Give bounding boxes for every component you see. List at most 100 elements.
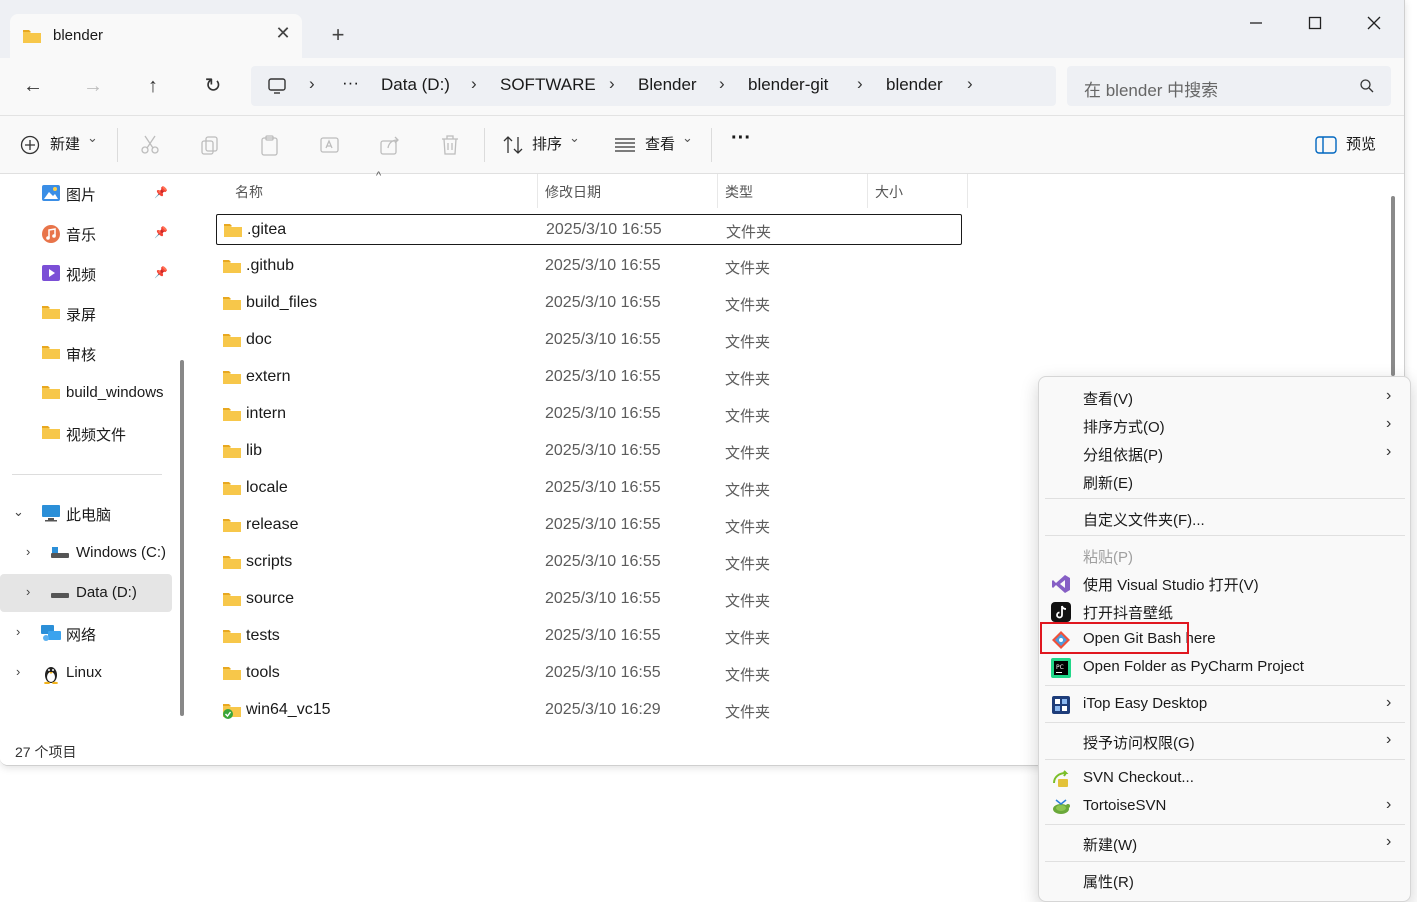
sidebar-item-drive-c[interactable]: › Windows (C:) (0, 534, 172, 572)
rename-icon[interactable] (318, 133, 342, 157)
column-divider[interactable] (967, 174, 968, 208)
breadcrumb-blender[interactable]: Blender (638, 75, 697, 95)
expand-chevron-icon[interactable]: › (16, 624, 20, 639)
sidebar-scrollbar[interactable] (180, 360, 184, 716)
folder-icon (222, 628, 242, 649)
new-tab-button[interactable]: + (324, 22, 352, 50)
file-list-scrollbar[interactable] (1391, 196, 1395, 376)
menu-item-grant-access[interactable]: 授予访问权限(G) › (1045, 727, 1405, 755)
table-row[interactable]: build_files 2025/3/10 16:55 文件夹 (216, 288, 962, 319)
menu-item-tortoisesvn[interactable]: TortoiseSVN › (1045, 792, 1405, 820)
menu-separator (1045, 498, 1405, 499)
more-options-button[interactable]: ··· (731, 127, 751, 150)
sidebar-item-videos[interactable]: 视频 📌 (0, 254, 172, 292)
column-divider[interactable] (867, 174, 868, 208)
menu-item-new[interactable]: 新建(W) › (1045, 829, 1405, 857)
breadcrumb-blender-git[interactable]: blender-git (748, 75, 828, 95)
column-header-type[interactable]: 类型 (725, 182, 753, 202)
table-row[interactable]: doc 2025/3/10 16:55 文件夹 (216, 325, 962, 356)
forward-button[interactable]: → (77, 72, 109, 102)
column-divider[interactable] (537, 174, 538, 208)
table-row[interactable]: .github 2025/3/10 16:55 文件夹 (216, 251, 962, 282)
search-box[interactable]: 在 blender 中搜索 (1067, 66, 1391, 106)
menu-item-group-by[interactable]: 分组依据(P) › (1045, 439, 1405, 467)
column-header-modified[interactable]: 修改日期 (545, 182, 601, 202)
table-row[interactable]: tools 2025/3/10 16:55 文件夹 (216, 658, 962, 689)
table-row[interactable]: scripts 2025/3/10 16:55 文件夹 (216, 547, 962, 578)
breadcrumb-separator[interactable]: › (967, 74, 973, 94)
preview-button[interactable]: 预览 (1346, 133, 1376, 154)
table-row[interactable]: release 2025/3/10 16:55 文件夹 (216, 510, 962, 541)
videos-icon (41, 264, 61, 282)
sidebar-item-network[interactable]: › 网络 (0, 614, 172, 652)
menu-item-view[interactable]: 查看(V) › (1045, 383, 1405, 411)
sidebar-divider (12, 474, 162, 475)
delete-icon[interactable] (438, 133, 462, 157)
menu-item-refresh[interactable]: 刷新(E) (1045, 467, 1405, 495)
table-row[interactable]: intern 2025/3/10 16:55 文件夹 (216, 399, 962, 430)
collapse-chevron-icon[interactable]: ⌄ (13, 504, 24, 520)
menu-item-itop-easy-desktop[interactable]: iTop Easy Desktop › (1045, 690, 1405, 718)
tab-close-icon[interactable]: ✕ (272, 23, 294, 47)
file-type: 文件夹 (725, 667, 771, 684)
menu-item-properties[interactable]: 属性(R) (1045, 866, 1405, 894)
menu-item-svn-checkout[interactable]: SVN Checkout... (1045, 764, 1405, 792)
sidebar-item-drive-d[interactable]: › Data (D:) (0, 574, 172, 612)
breadcrumb-data-d[interactable]: Data (D:) (381, 75, 450, 95)
refresh-button[interactable]: ↻ (197, 72, 229, 102)
table-row[interactable]: extern 2025/3/10 16:55 文件夹 (216, 362, 962, 393)
menu-item-douyin-wallpaper[interactable]: 打开抖音壁纸 (1045, 597, 1405, 625)
share-icon[interactable] (378, 133, 402, 157)
menu-item-customize-folder[interactable]: 自定义文件夹(F)... (1045, 504, 1405, 532)
cut-icon[interactable] (138, 133, 162, 157)
paste-icon[interactable] (258, 133, 282, 157)
table-row[interactable]: lib 2025/3/10 16:55 文件夹 (216, 436, 962, 467)
view-button[interactable]: 查看 (645, 133, 675, 154)
column-header-size[interactable]: 大小 (875, 182, 903, 202)
sidebar-item-video-files[interactable]: 视频文件 (0, 414, 172, 452)
new-button[interactable]: 新建 (50, 133, 80, 154)
new-dropdown-icon[interactable]: ⌄ (87, 130, 98, 146)
table-row[interactable]: locale 2025/3/10 16:55 文件夹 (216, 473, 962, 504)
menu-item-open-visual-studio[interactable]: 使用 Visual Studio 打开(V) (1045, 569, 1405, 597)
column-divider[interactable] (717, 174, 718, 208)
desktop: { "window": { "tab_title": "blender", "t… (0, 0, 1417, 902)
table-row[interactable]: .gitea 2025/3/10 16:55 文件夹 (216, 214, 962, 245)
close-window-button[interactable] (1354, 10, 1394, 36)
view-dropdown-icon[interactable]: ⌄ (682, 130, 693, 146)
table-row[interactable]: win64_vc15 2025/3/10 16:29 文件夹 (216, 695, 962, 726)
tab-blender[interactable]: blender ✕ (10, 14, 302, 58)
sidebar-item-label: 视频 (66, 267, 97, 284)
sort-dropdown-icon[interactable]: ⌄ (569, 130, 580, 146)
sort-button[interactable]: 排序 (532, 133, 562, 154)
back-button[interactable]: ← (17, 72, 49, 102)
up-button[interactable]: ↑ (137, 72, 169, 102)
menu-item-sort-by[interactable]: 排序方式(O) › (1045, 411, 1405, 439)
maximize-button[interactable] (1295, 10, 1335, 36)
sidebar-item-build-windows[interactable]: build_windows (0, 374, 172, 412)
expand-chevron-icon[interactable]: › (26, 584, 30, 599)
search-placeholder: 在 blender 中搜索 (1084, 81, 1219, 100)
file-modified: 2025/3/10 16:29 (545, 701, 661, 718)
file-type: 文件夹 (726, 224, 772, 241)
minimize-button[interactable] (1236, 10, 1276, 36)
breadcrumb-blender-current[interactable]: blender (886, 75, 943, 95)
sidebar-item-review[interactable]: 审核 (0, 334, 172, 372)
address-bar[interactable]: › ··· Data (D:) › SOFTWARE › Blender › b… (251, 66, 1056, 106)
sidebar-item-this-pc[interactable]: ⌄ 此电脑 (0, 494, 172, 532)
expand-chevron-icon[interactable]: › (26, 544, 30, 559)
pin-icon: 📌 (154, 227, 168, 239)
sidebar-item-music[interactable]: 音乐 📌 (0, 214, 172, 252)
column-header-name[interactable]: 名称 (235, 182, 263, 202)
sidebar-item-linux[interactable]: › Linux (0, 654, 172, 692)
table-row[interactable]: tests 2025/3/10 16:55 文件夹 (216, 621, 962, 652)
copy-icon[interactable] (198, 133, 222, 157)
expand-chevron-icon[interactable]: › (16, 664, 20, 679)
menu-item-paste[interactable]: 粘贴(P) (1045, 541, 1405, 569)
sidebar-item-recordings[interactable]: 录屏 (0, 294, 172, 332)
table-row[interactable]: source 2025/3/10 16:55 文件夹 (216, 584, 962, 615)
sidebar-item-pictures[interactable]: 图片 📌 (0, 174, 172, 212)
breadcrumb-overflow[interactable]: ··· (342, 73, 359, 93)
breadcrumb-software[interactable]: SOFTWARE (500, 75, 596, 95)
menu-item-pycharm[interactable]: PC Open Folder as PyCharm Project (1045, 653, 1405, 681)
